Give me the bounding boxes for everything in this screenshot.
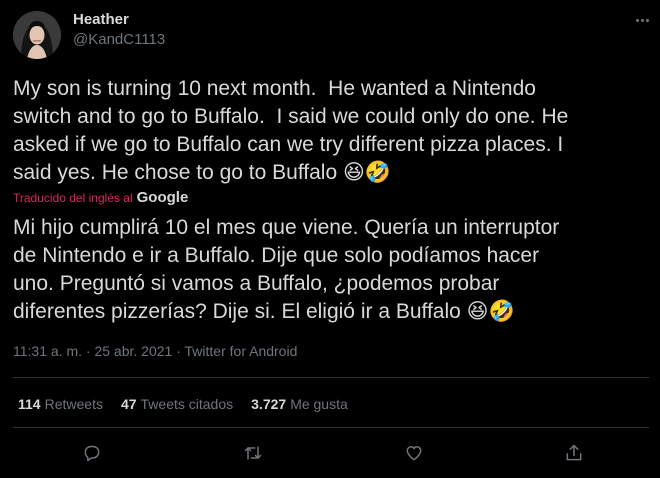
tweet-source[interactable]: Twitter for Android — [185, 343, 298, 359]
tweet-time[interactable]: 11:31 a. m. — [13, 343, 82, 359]
quotes-stat[interactable]: 47 Tweets citados — [121, 396, 233, 412]
like-icon[interactable] — [401, 440, 427, 466]
likes-label: Me gusta — [290, 396, 348, 412]
likes-count: 3.727 — [251, 396, 287, 412]
retweets-label: Retweets — [44, 396, 103, 412]
tweet-meta: 11:31 a. m. · 25 abr. 2021 · Twitter for… — [13, 343, 297, 359]
avatar[interactable] — [13, 11, 61, 59]
action-bar — [13, 440, 649, 468]
user-name[interactable]: Heather — [73, 11, 129, 28]
retweets-count: 114 — [18, 396, 41, 412]
more-icon[interactable] — [630, 12, 654, 28]
tweet-date[interactable]: 25 abr. 2021 — [94, 343, 172, 359]
tweet-text: My son is turning 10 next month. He want… — [13, 77, 569, 184]
stats-row: 114 Retweets 47 Tweets citados 3.727 Me gus… — [18, 396, 348, 412]
avatar-image — [13, 11, 61, 59]
likes-stat[interactable]: 3.727 Me gusta — [251, 396, 348, 412]
retweet-icon[interactable] — [240, 440, 266, 466]
google-logo: Google — [136, 189, 189, 206]
divider — [13, 427, 649, 428]
translated-label: Traducido del inglés al — [13, 190, 133, 205]
translated-by[interactable]: Traducido del inglés al Google — [13, 189, 188, 206]
translated-text: Mi hijo cumplirá 10 el mes que viene. Qu… — [13, 216, 560, 323]
retweets-stat[interactable]: 114 Retweets — [18, 396, 103, 412]
divider — [13, 377, 649, 378]
meta-separator: · — [176, 343, 181, 359]
user-handle[interactable]: @KandC1113 — [73, 31, 165, 48]
meta-separator: · — [85, 343, 91, 359]
quotes-label: Tweets citados — [140, 396, 234, 412]
quotes-count: 47 — [120, 396, 137, 412]
share-icon[interactable] — [561, 440, 587, 466]
reply-icon[interactable] — [79, 440, 105, 466]
